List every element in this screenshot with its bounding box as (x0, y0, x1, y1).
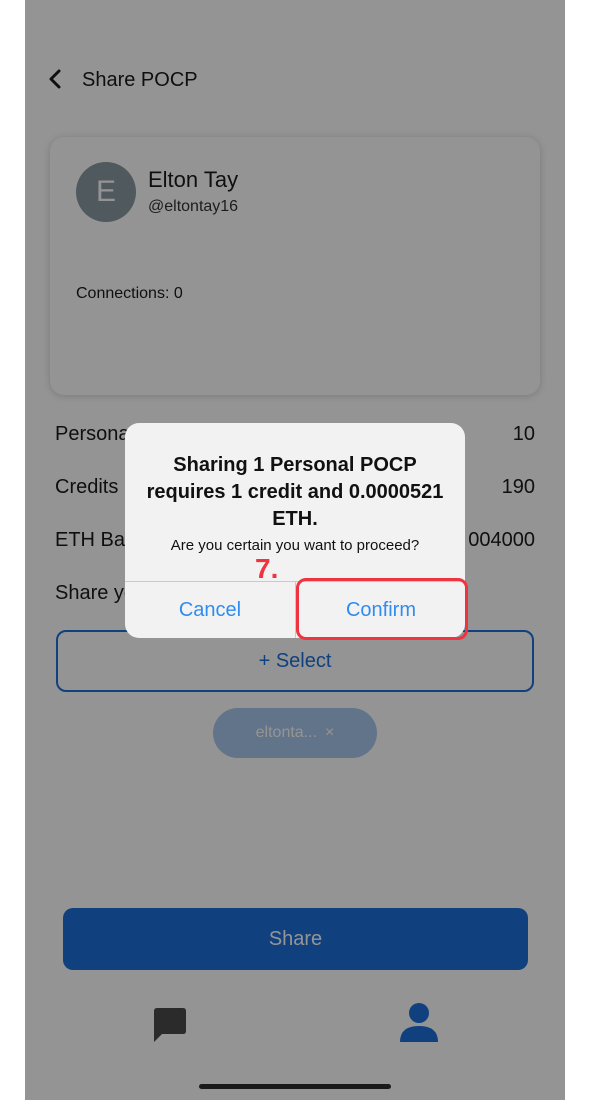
confirm-highlight-box (296, 578, 468, 640)
dialog-title: Sharing 1 Personal POCP requires 1 credi… (146, 454, 444, 530)
cancel-button[interactable]: Cancel (125, 582, 295, 638)
app-screen: Share POCP E Elton Tay @eltontay16 Conne… (25, 0, 565, 1100)
dialog-message: Are you certain you want to proceed? (170, 537, 420, 554)
step-annotation: 7. (255, 553, 279, 584)
home-indicator[interactable] (199, 1084, 391, 1089)
